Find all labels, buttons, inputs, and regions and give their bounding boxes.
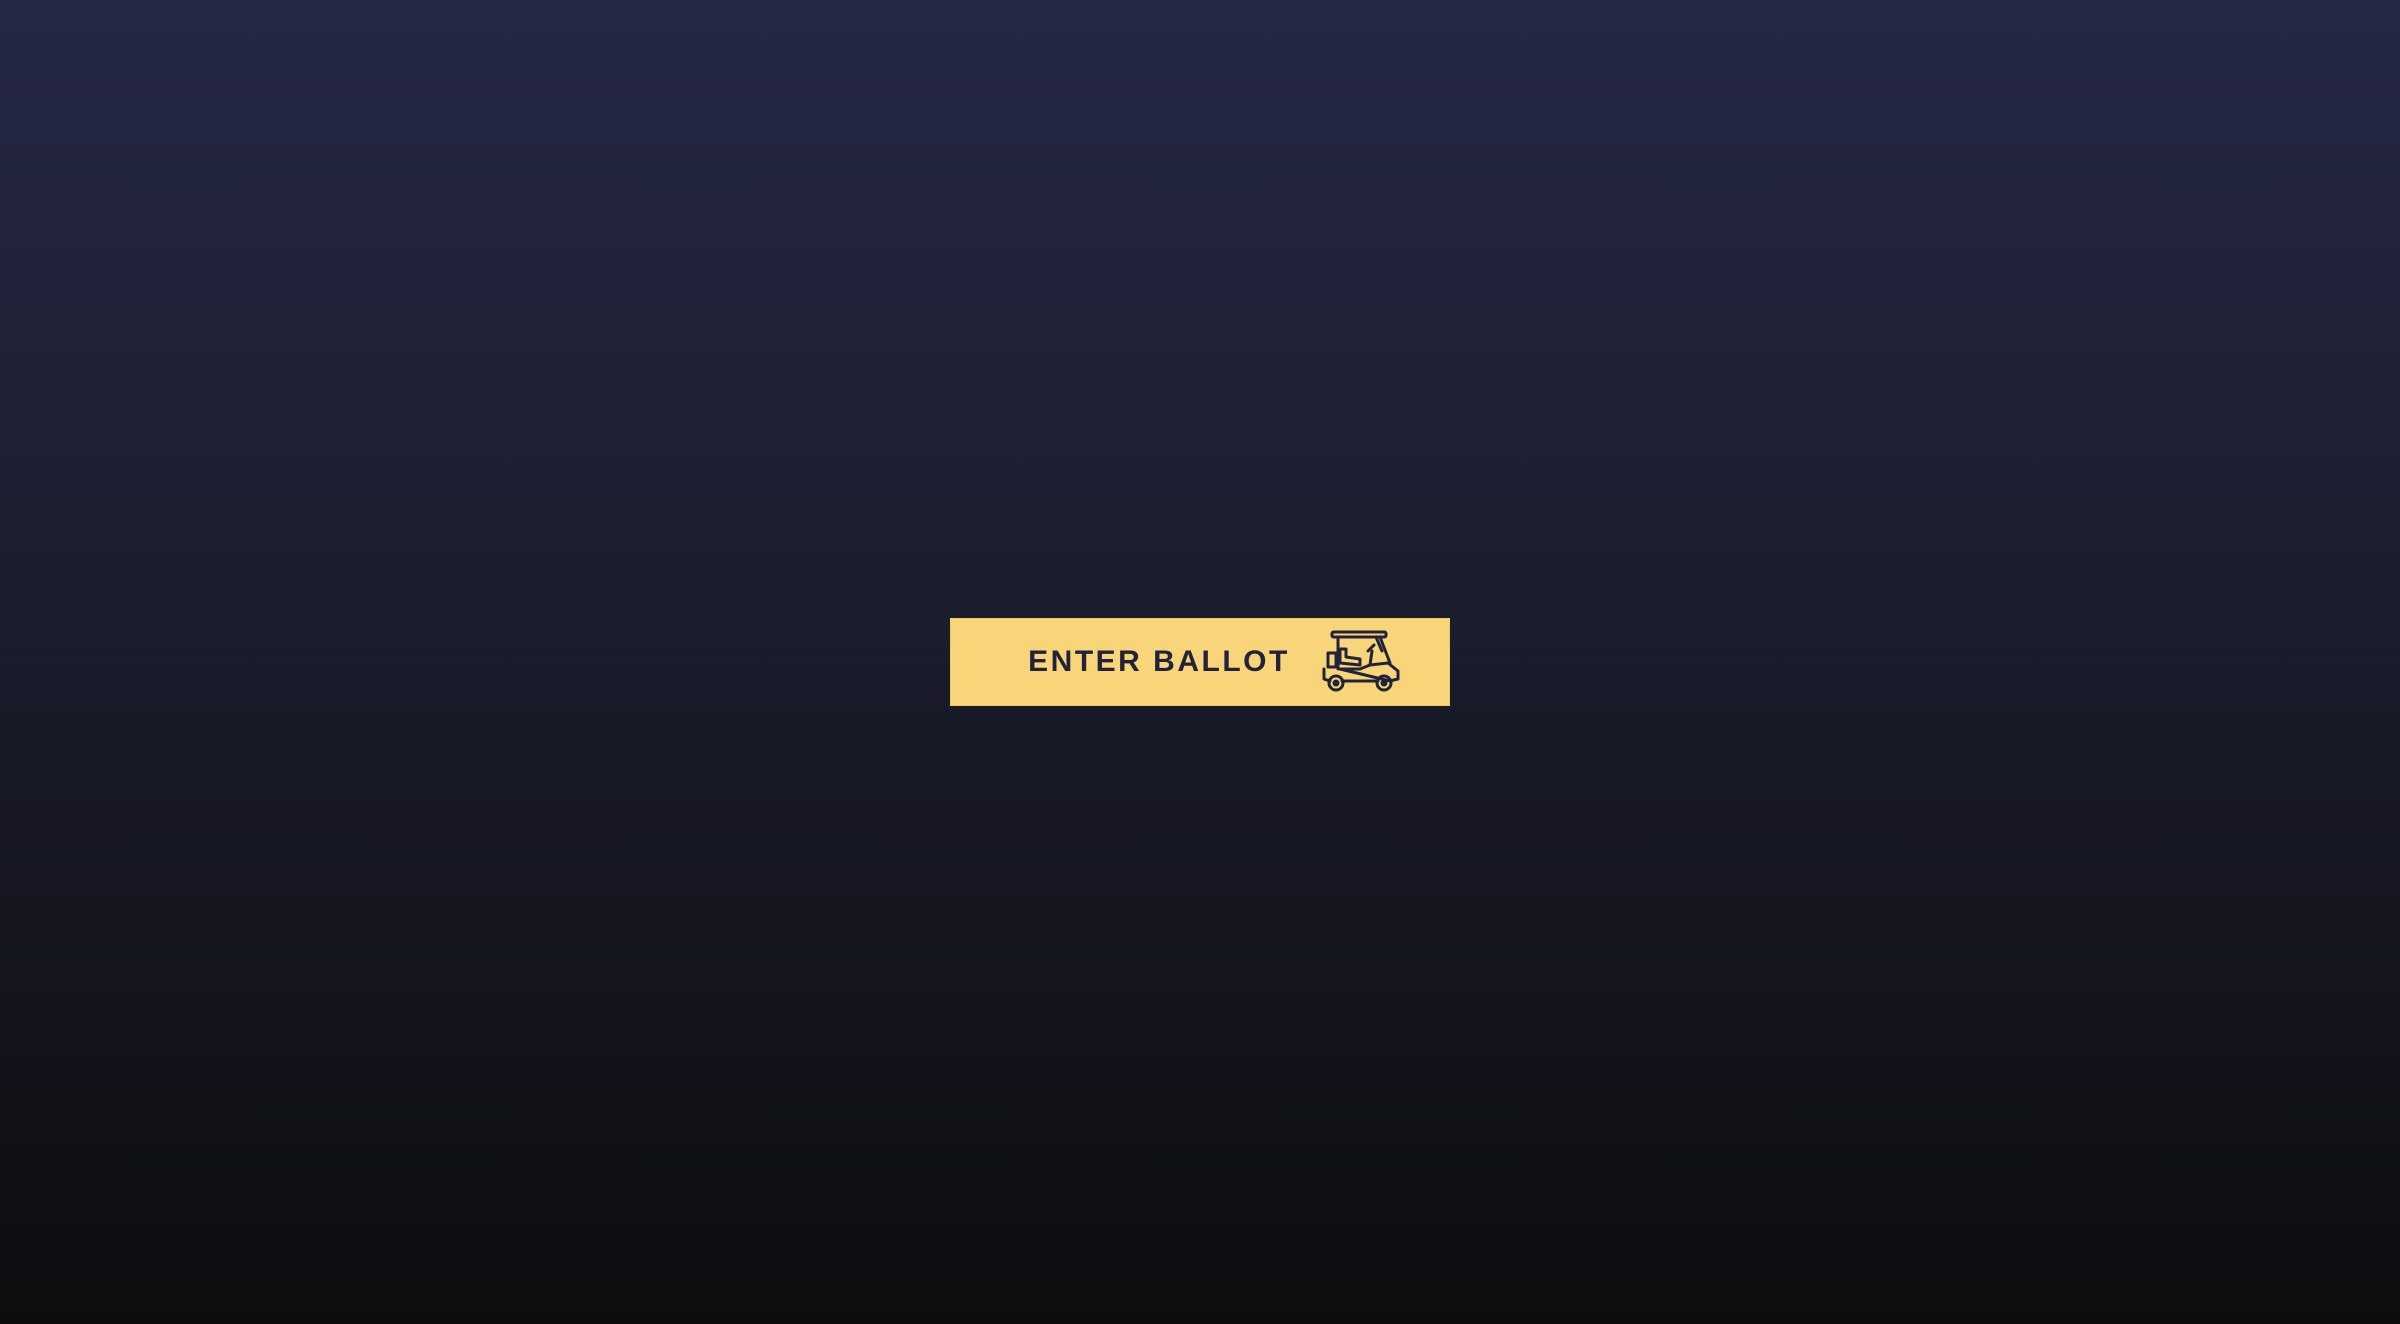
golf-cart-icon (1322, 630, 1400, 692)
enter-ballot-label: ENTER BALLOT (1028, 645, 1290, 678)
enter-ballot-button[interactable]: ENTER BALLOT (950, 618, 1450, 706)
landing-screen: ENTER BALLOT (0, 0, 2400, 1324)
